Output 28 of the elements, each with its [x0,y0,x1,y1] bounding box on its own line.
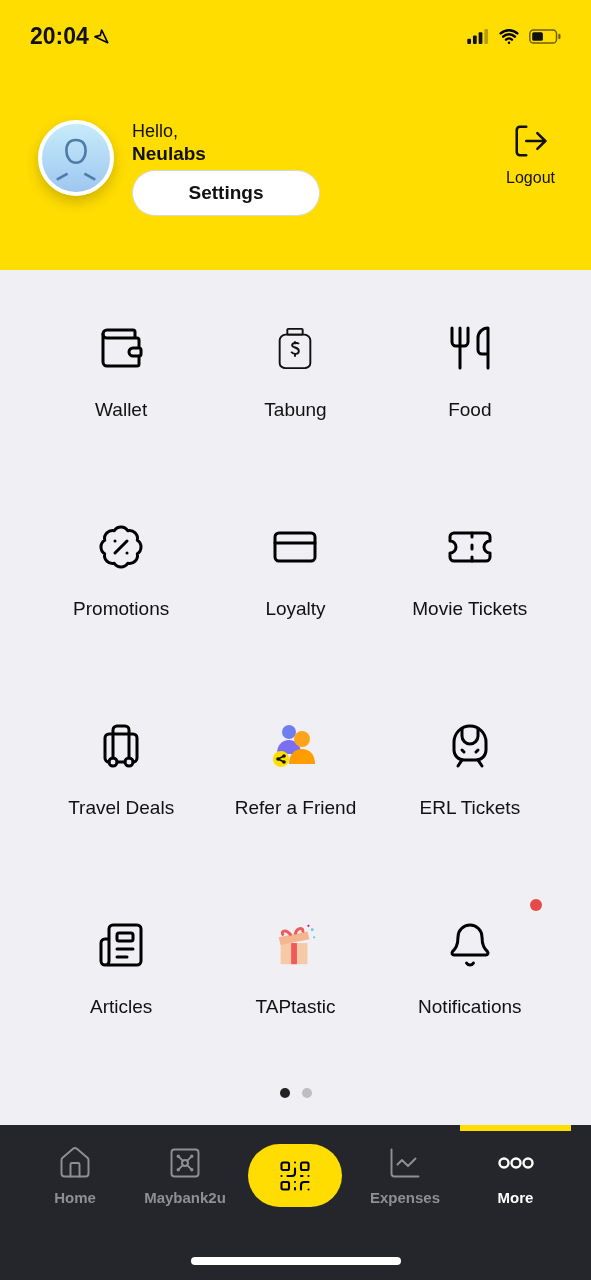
greeting-text: Hello, [132,120,180,142]
signal-icon [467,28,489,44]
menu-tile[interactable]: Travel Deals [34,696,209,895]
newspaper-icon [97,921,146,969]
menu-tile[interactable]: Loyalty [208,497,383,696]
nav-tab[interactable]: More [497,1145,534,1210]
avatar[interactable] [38,120,114,196]
menu-tile[interactable]: Wallet [34,298,209,497]
battery-icon [529,28,561,44]
menu-tile[interactable]: Refer a Friend [208,696,383,895]
nav-tab[interactable]: Expenses [369,1145,440,1210]
menu-tile[interactable]: Food [382,298,557,497]
menu-tile[interactable]: TAPtastic [208,895,383,1094]
location-arrow-icon [92,28,109,44]
more-icon [497,1157,534,1169]
menu-tile[interactable]: Movie Tickets [382,497,557,696]
settings-button[interactable]: Settings [132,170,320,216]
menu-tile[interactable]: Articles [34,895,209,1094]
menu-tile[interactable]: Promotions [34,497,209,696]
logout-button[interactable]: Logout [506,122,555,190]
nav-tab[interactable]: Home [54,1145,96,1210]
user-name: Neulabs [132,142,207,166]
nav-tab[interactable]: Maybank2u [144,1145,226,1210]
menu-tile[interactable]: Tabung [208,298,383,497]
status-time: 20:04 [30,21,89,51]
wifi-icon [497,26,521,46]
menu-tile[interactable]: ERL Tickets [382,696,557,895]
menu-tile[interactable]: Notifications [382,895,557,1094]
